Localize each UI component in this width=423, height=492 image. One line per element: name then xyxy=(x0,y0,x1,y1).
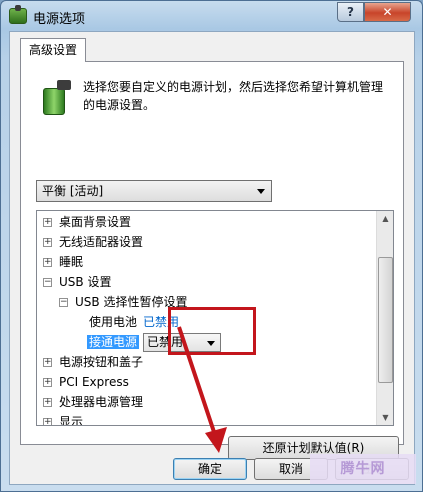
help-button[interactable]: ? xyxy=(337,2,364,22)
tree-item-label: 处理器电源管理 xyxy=(59,395,144,409)
tree-item-label: 接通电源 xyxy=(87,335,140,349)
expand-icon[interactable]: + xyxy=(43,418,52,425)
tree-item-label: 显示 xyxy=(59,415,84,426)
expand-icon[interactable]: + xyxy=(43,238,52,247)
tree-scrollbar[interactable]: ▲ ▼ xyxy=(376,211,393,425)
expand-icon[interactable]: + xyxy=(43,358,52,367)
scroll-up-icon[interactable]: ▲ xyxy=(378,211,393,226)
tree-item-label: 睡眠 xyxy=(59,255,84,269)
power-plan-icon xyxy=(41,80,75,116)
collapse-icon[interactable]: − xyxy=(59,298,68,307)
window-title: 电源选项 xyxy=(33,12,86,27)
power-options-icon xyxy=(9,5,27,24)
tree-item-label: 使用电池 xyxy=(89,315,138,329)
battery-icon xyxy=(43,88,65,115)
scrollbar-thumb[interactable] xyxy=(378,257,393,383)
scroll-down-icon[interactable]: ▼ xyxy=(378,410,393,425)
tab-advanced-settings[interactable]: 高级设置 xyxy=(20,38,86,62)
tree-item-label: USB 设置 xyxy=(59,275,112,289)
power-plan-select-value: 平衡 [活动] xyxy=(42,184,104,198)
title-bar[interactable]: 电源选项 ? ✕ xyxy=(1,1,422,31)
expand-icon[interactable]: + xyxy=(43,398,52,407)
plug-icon xyxy=(57,80,71,90)
power-options-window: 电源选项 ? ✕ 高级设置 选择您要自定义的电源计划，然后选择您希望计算机管理的… xyxy=(0,0,423,492)
close-button[interactable]: ✕ xyxy=(364,2,411,22)
ok-button[interactable]: 确定 xyxy=(173,458,247,480)
dialog-client-area: 高级设置 选择您要自定义的电源计划，然后选择您希望计算机管理的电源设置。 平衡 … xyxy=(9,31,416,485)
expand-icon[interactable]: + xyxy=(43,218,52,227)
chevron-down-icon xyxy=(257,189,265,194)
advanced-settings-panel: 选择您要自定义的电源计划，然后选择您希望计算机管理的电源设置。 平衡 [活动] … xyxy=(20,61,404,460)
tree-item-label: PCI Express xyxy=(59,375,129,389)
tree-item-label: 桌面背景设置 xyxy=(59,215,132,229)
tree-item-label: 无线适配器设置 xyxy=(59,235,144,249)
expand-icon[interactable]: + xyxy=(43,378,52,387)
tree-item-label: 电源按钮和盖子 xyxy=(59,355,144,369)
highlight-box xyxy=(168,307,256,355)
watermark: 腾牛网 xyxy=(310,454,416,484)
instruction-text: 选择您要自定义的电源计划，然后选择您希望计算机管理的电源设置。 xyxy=(83,80,384,112)
power-plan-select[interactable]: 平衡 [活动] xyxy=(36,180,272,202)
expand-icon[interactable]: + xyxy=(43,258,52,267)
collapse-icon[interactable]: − xyxy=(43,278,52,287)
